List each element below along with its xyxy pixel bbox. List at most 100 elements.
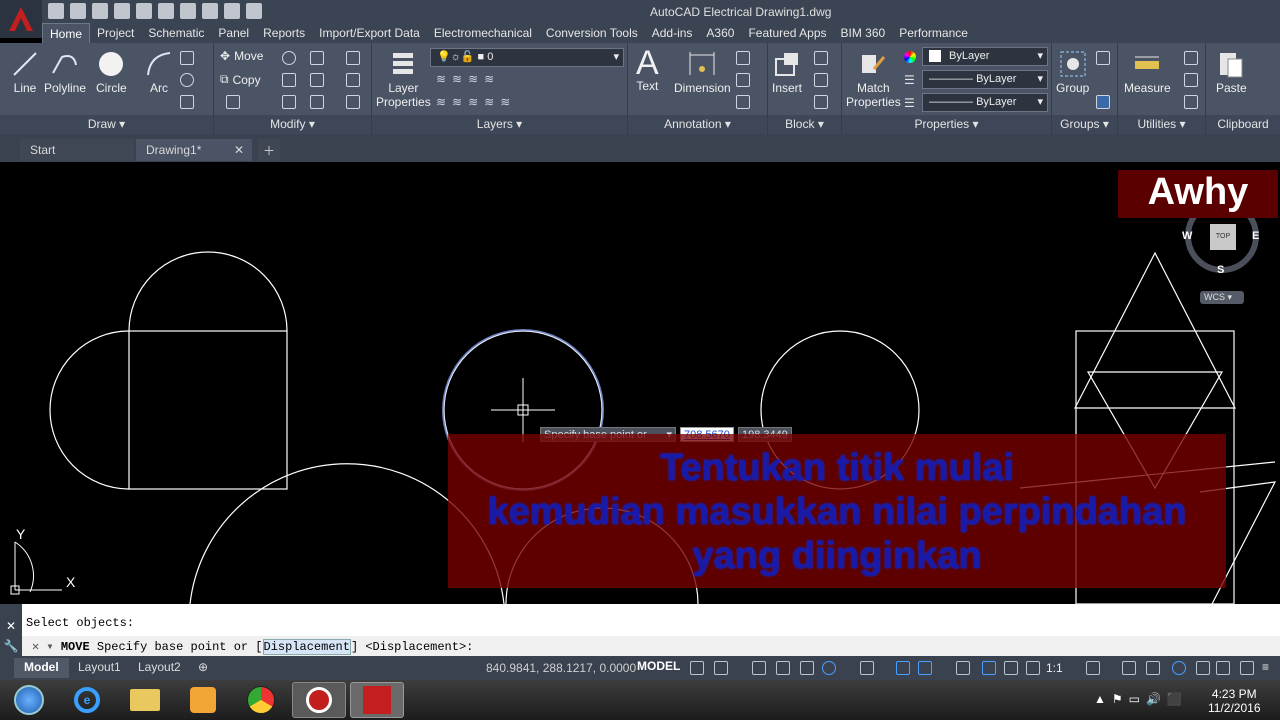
linetype-dropdown[interactable]: ———— ByLayer ▾: [922, 70, 1048, 89]
group-select-icon[interactable]: [1096, 95, 1110, 109]
line-button[interactable]: Line: [10, 49, 40, 95]
annotation-visibility-icon[interactable]: [982, 661, 996, 675]
circle-button[interactable]: Circle: [96, 49, 127, 95]
back-icon[interactable]: [202, 3, 218, 19]
edit-block-icon[interactable]: [814, 73, 828, 87]
lineweight-dropdown[interactable]: ———— ByLayer ▾: [922, 93, 1048, 112]
tab-start[interactable]: Start: [20, 139, 134, 161]
table-icon[interactable]: [736, 95, 750, 109]
dimension-button[interactable]: Dimension: [674, 49, 731, 95]
match-properties-button[interactable]: Match Properties: [846, 49, 901, 109]
properties-panel-title[interactable]: Properties ▾: [842, 115, 1051, 134]
workspace-switch-icon[interactable]: [1086, 661, 1100, 675]
tab-schematic[interactable]: Schematic: [141, 23, 211, 43]
customization-icon[interactable]: [1240, 661, 1254, 675]
copy-button[interactable]: ⧉ Copy: [220, 72, 261, 87]
calculator-icon[interactable]: [1184, 95, 1198, 109]
tab-reports[interactable]: Reports: [256, 23, 312, 43]
workspace-icon[interactable]: [246, 3, 262, 19]
tab-layout1[interactable]: Layout1: [68, 658, 131, 678]
infer-constraints-icon[interactable]: [752, 661, 766, 675]
application-menu-button[interactable]: [0, 0, 42, 38]
tab-model[interactable]: Model: [14, 658, 69, 678]
annotation-scale-value[interactable]: 1:1: [1046, 661, 1063, 675]
chrome-icon[interactable]: [234, 682, 288, 718]
insert-button[interactable]: Insert: [772, 49, 802, 95]
erase-icon[interactable]: [346, 51, 360, 65]
units-icon[interactable]: [1146, 661, 1160, 675]
stretch-icon[interactable]: [226, 95, 240, 109]
tab-conversion-tools[interactable]: Conversion Tools: [539, 23, 645, 43]
start-button[interactable]: [2, 682, 56, 718]
undo-icon[interactable]: [136, 3, 152, 19]
tab-add-ins[interactable]: Add-ins: [645, 23, 700, 43]
group-button[interactable]: Group: [1056, 49, 1089, 95]
tab-project[interactable]: Project: [90, 23, 141, 43]
layer-tools-row2[interactable]: ≋≋≋≋≋: [436, 95, 516, 109]
tab-performance[interactable]: Performance: [892, 23, 975, 43]
offset-icon[interactable]: [346, 95, 360, 109]
tab-featured-apps[interactable]: Featured Apps: [741, 23, 833, 43]
media-player-icon[interactable]: [176, 682, 230, 718]
grid-icon[interactable]: [690, 661, 704, 675]
measure-button[interactable]: Measure: [1124, 49, 1171, 95]
add-layout-button[interactable]: ⊕: [188, 658, 218, 678]
hatch-icon[interactable]: [180, 73, 194, 87]
hardware-acceleration-icon[interactable]: [1196, 661, 1210, 675]
clean-screen-icon[interactable]: [1216, 661, 1230, 675]
layer-properties-button[interactable]: Layer Properties: [376, 49, 431, 109]
color-dropdown[interactable]: ByLayer ▾: [922, 47, 1048, 66]
rectangle-icon[interactable]: [180, 51, 194, 65]
autoscale-icon[interactable]: [1004, 661, 1018, 675]
viewcube-south[interactable]: S: [1217, 264, 1224, 276]
close-command-icon[interactable]: ✕: [0, 619, 22, 633]
annotation-monitor-icon[interactable]: [1122, 661, 1136, 675]
block-panel-title[interactable]: Block ▾: [768, 115, 841, 134]
region-icon[interactable]: [180, 95, 194, 109]
forward-icon[interactable]: [224, 3, 240, 19]
dynamic-input-icon[interactable]: [776, 661, 790, 675]
point-icon[interactable]: [1184, 73, 1198, 87]
attribute-icon[interactable]: [814, 95, 828, 109]
new-icon[interactable]: [48, 3, 64, 19]
tab-home[interactable]: Home: [42, 23, 91, 43]
tab-import-export[interactable]: Import/Export Data: [312, 23, 427, 43]
leader-icon[interactable]: [736, 73, 750, 87]
tab-layout2[interactable]: Layout2: [128, 658, 191, 678]
create-block-icon[interactable]: [814, 51, 828, 65]
new-tab-button[interactable]: ＋: [258, 139, 280, 161]
clipboard-panel-title[interactable]: Clipboard: [1206, 115, 1280, 134]
polyline-button[interactable]: Polyline: [44, 49, 86, 95]
paste-button[interactable]: Paste: [1216, 49, 1247, 95]
command-recent-icon[interactable]: ✕ ▾: [32, 640, 54, 654]
annotation-scale-icon[interactable]: [1026, 661, 1040, 675]
redo-icon[interactable]: [158, 3, 174, 19]
linear-dim-icon[interactable]: [736, 51, 750, 65]
viewcube-west[interactable]: W: [1182, 230, 1192, 242]
snap-icon[interactable]: [714, 661, 728, 675]
open-icon[interactable]: [70, 3, 86, 19]
scale-icon[interactable]: [282, 95, 296, 109]
arc-button[interactable]: Arc: [144, 49, 174, 95]
ortho-icon[interactable]: [800, 661, 814, 675]
lineweight-toggle-icon[interactable]: [956, 661, 970, 675]
explode-icon[interactable]: [346, 73, 360, 87]
autocad-taskbar-icon[interactable]: [350, 682, 404, 718]
object-snap-tracking-icon[interactable]: [896, 661, 910, 675]
modify-panel-title[interactable]: Modify ▾: [214, 115, 371, 134]
viewcube-top[interactable]: TOP: [1210, 224, 1236, 250]
model-space-button[interactable]: MODEL: [637, 659, 680, 673]
id-point-icon[interactable]: [1184, 51, 1198, 65]
tab-a360[interactable]: A360: [699, 23, 741, 43]
status-menu-icon[interactable]: ≡: [1262, 660, 1269, 674]
mirror-icon[interactable]: [282, 73, 296, 87]
object-snap-icon[interactable]: [918, 661, 932, 675]
text-button[interactable]: A Text: [636, 46, 659, 93]
recorder-icon[interactable]: [292, 682, 346, 718]
displacement-option[interactable]: Displacement: [262, 639, 351, 655]
array-icon[interactable]: [310, 95, 324, 109]
trim-icon[interactable]: [310, 51, 324, 65]
system-tray-icons[interactable]: ▲⚑▭🔊⬛: [1094, 692, 1188, 706]
viewcube-east[interactable]: E: [1252, 230, 1259, 242]
command-input[interactable]: ✕ ▾ MOVE Specify base point or [Displace…: [22, 636, 1280, 656]
